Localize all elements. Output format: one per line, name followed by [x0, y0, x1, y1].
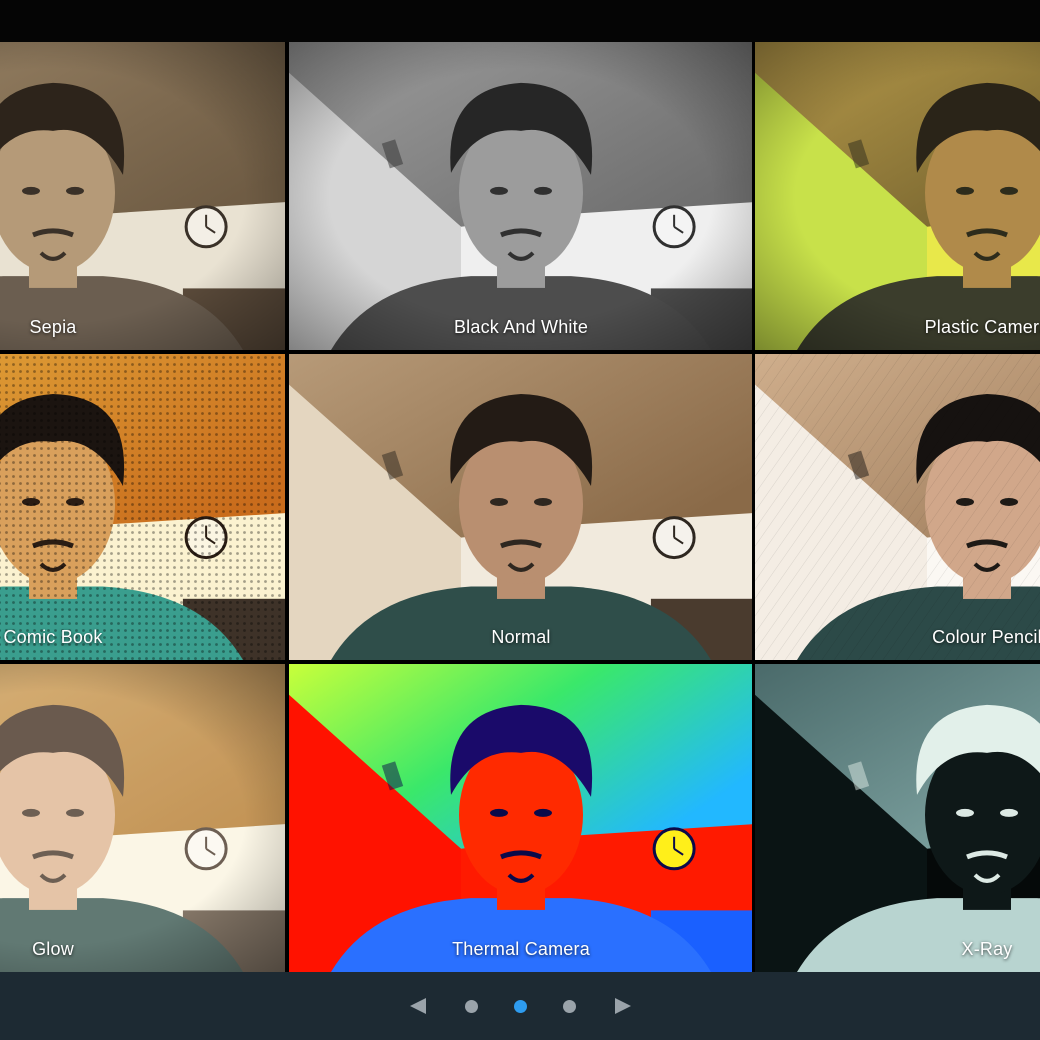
effect-tile-comic[interactable]: Comic Book — [0, 354, 285, 660]
webcam-preview-image — [0, 42, 285, 350]
effect-preview — [289, 664, 752, 972]
effect-preview — [0, 42, 285, 350]
previous-page-button[interactable] — [407, 995, 429, 1017]
page-dot-active[interactable] — [513, 999, 527, 1013]
effect-label: Glow — [32, 939, 74, 959]
webcam-preview-image — [289, 42, 752, 350]
page-dot[interactable] — [562, 999, 576, 1013]
webcam-preview-image — [755, 42, 1040, 350]
webcam-preview-image — [0, 664, 285, 972]
effect-label: Plastic Camera — [924, 317, 1040, 337]
page-dots — [447, 999, 594, 1013]
effect-preview — [289, 42, 752, 350]
effect-label: Comic Book — [3, 627, 103, 647]
webcam-preview-image — [755, 664, 1040, 972]
effect-label: Normal — [491, 627, 551, 647]
page-indicator — [0, 972, 1040, 1040]
effect-tile-plastic[interactable]: Plastic Camera — [755, 42, 1040, 350]
effect-label: Black And White — [453, 317, 589, 337]
effect-tile-sepia[interactable]: Sepia — [0, 42, 285, 350]
effect-preview — [0, 354, 285, 660]
effect-label: Sepia — [29, 317, 77, 337]
effect-tile-thermal[interactable]: Thermal Camera — [289, 664, 752, 972]
effect-tile-bw[interactable]: Black And White — [289, 42, 752, 350]
top-bar — [0, 0, 1040, 42]
effect-preview — [289, 354, 752, 660]
next-page-button[interactable] — [612, 995, 634, 1017]
webcam-preview-image — [289, 664, 752, 972]
effect-tile-pencil[interactable]: Colour Pencil — [755, 354, 1040, 660]
effect-tile-xray[interactable]: X-Ray — [755, 664, 1040, 972]
effects-grid: Sepia Black And White Plastic Camera Com… — [0, 42, 1040, 972]
effect-label: Thermal Camera — [452, 939, 590, 959]
webcam-preview-image — [0, 354, 285, 660]
effect-label: Colour Pencil — [932, 627, 1040, 647]
webcam-preview-image — [755, 354, 1040, 660]
page-dot[interactable] — [464, 999, 478, 1013]
triangle-left-icon — [409, 998, 426, 1014]
effect-preview — [755, 42, 1040, 350]
effects-browser: Sepia Black And White Plastic Camera Com… — [0, 0, 1040, 1040]
triangle-right-icon — [614, 998, 631, 1014]
effect-label: X-Ray — [961, 939, 1013, 959]
bottom-toolbar — [0, 972, 1040, 1040]
effect-preview — [755, 354, 1040, 660]
webcam-preview-image — [289, 354, 752, 660]
effect-tile-glow[interactable]: Glow — [0, 664, 285, 972]
effect-preview — [755, 664, 1040, 972]
effect-tile-normal[interactable]: Normal — [289, 354, 752, 660]
effect-preview — [0, 664, 285, 972]
